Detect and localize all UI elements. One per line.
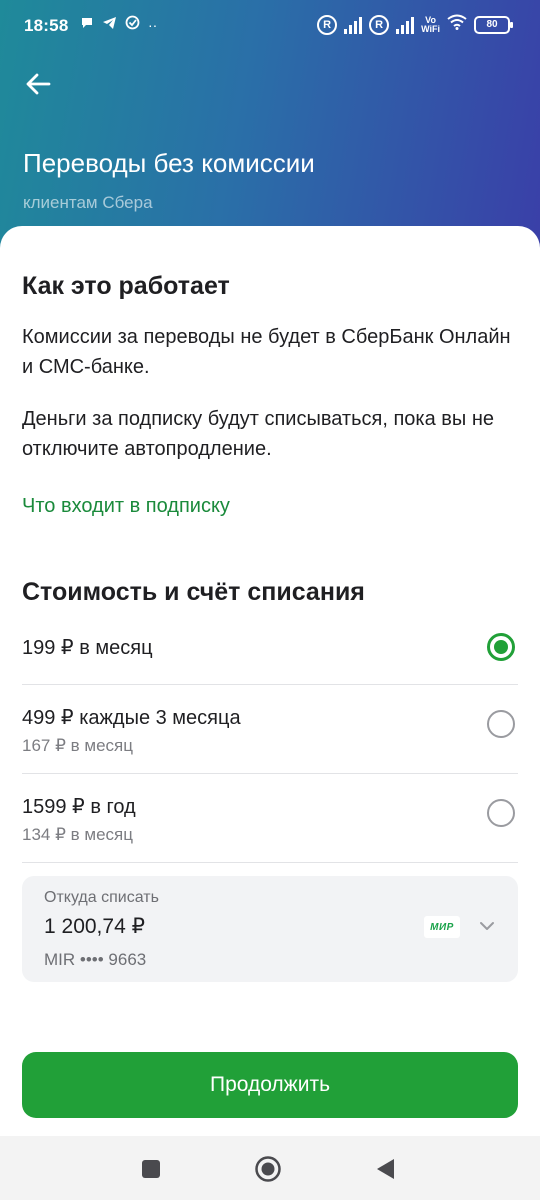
how-it-works-title: Как это работает [22, 272, 230, 300]
roaming-badge-icon: R [317, 14, 338, 35]
back-triangle-icon[interactable] [370, 1154, 400, 1184]
radio-selected[interactable] [487, 633, 515, 661]
how-it-works-text-1: Комиссии за переводы не будет в СберБанк… [22, 326, 511, 378]
vowifi-icon: Vo WiFi [421, 14, 440, 34]
page-subtitle: клиентам Сбера [23, 193, 153, 212]
recent-apps-square-icon[interactable] [136, 1154, 166, 1184]
status-notification-icons: ·· [80, 15, 157, 35]
wifi-icon [447, 14, 467, 35]
mir-card-logo: МИР [424, 916, 460, 938]
price-option-title: 1599 ₽ в год [22, 796, 136, 818]
subscription-details-link[interactable]: Что входит в подписку [22, 495, 230, 518]
account-balance: 1 200,74 ₽ [44, 915, 145, 938]
home-circle-icon[interactable] [253, 1154, 283, 1184]
divider [22, 862, 518, 863]
how-it-works-text-2: Деньги за подписку будут списываться, по… [22, 408, 494, 460]
price-option-subtitle: 134 ₽ в месяц [22, 825, 133, 844]
radio-unselected[interactable] [487, 710, 515, 738]
price-option-yearly[interactable]: 1599 ₽ в год 134 ₽ в месяц [22, 774, 518, 862]
status-time: 18:58 [24, 16, 69, 35]
price-option-title: 199 ₽ в месяц [22, 637, 153, 659]
status-bar: 18:58 ·· R R Vo WiFi 80 [0, 0, 540, 52]
more-dots-icon: ·· [148, 17, 158, 33]
debit-account-selector[interactable]: Откуда списать 1 200,74 ₽ MIR •••• 9663 … [22, 876, 518, 982]
radio-unselected[interactable] [487, 799, 515, 827]
arrow-left-icon [25, 73, 51, 100]
price-option-subtitle: 167 ₽ в месяц [22, 736, 133, 755]
card-number: MIR •••• 9663 [44, 950, 147, 969]
price-option-quarterly[interactable]: 499 ₽ каждые 3 месяца 167 ₽ в месяц [22, 685, 518, 773]
chat-bubble-icon [80, 15, 94, 35]
signal-strength-icon [344, 16, 363, 34]
pricing-title: Стоимость и счёт списания [22, 578, 365, 606]
page-title: Переводы без комиссии [23, 148, 315, 178]
status-system-icons: R R Vo WiFi 80 [317, 14, 513, 35]
system-navigation-bar [0, 1136, 540, 1200]
price-option-monthly[interactable]: 199 ₽ в месяц [22, 622, 518, 684]
telegram-icon [102, 15, 117, 35]
continue-button[interactable]: Продолжить [22, 1052, 518, 1118]
back-button[interactable] [20, 68, 56, 104]
chevron-down-icon [477, 916, 497, 936]
price-option-title: 499 ₽ каждые 3 месяца [22, 707, 241, 729]
battery-icon: 80 [474, 15, 513, 34]
signal-strength-icon [396, 16, 415, 34]
debit-account-label: Откуда списать [44, 889, 159, 906]
check-circle-icon [125, 15, 140, 35]
roaming-badge-icon: R [369, 14, 390, 35]
